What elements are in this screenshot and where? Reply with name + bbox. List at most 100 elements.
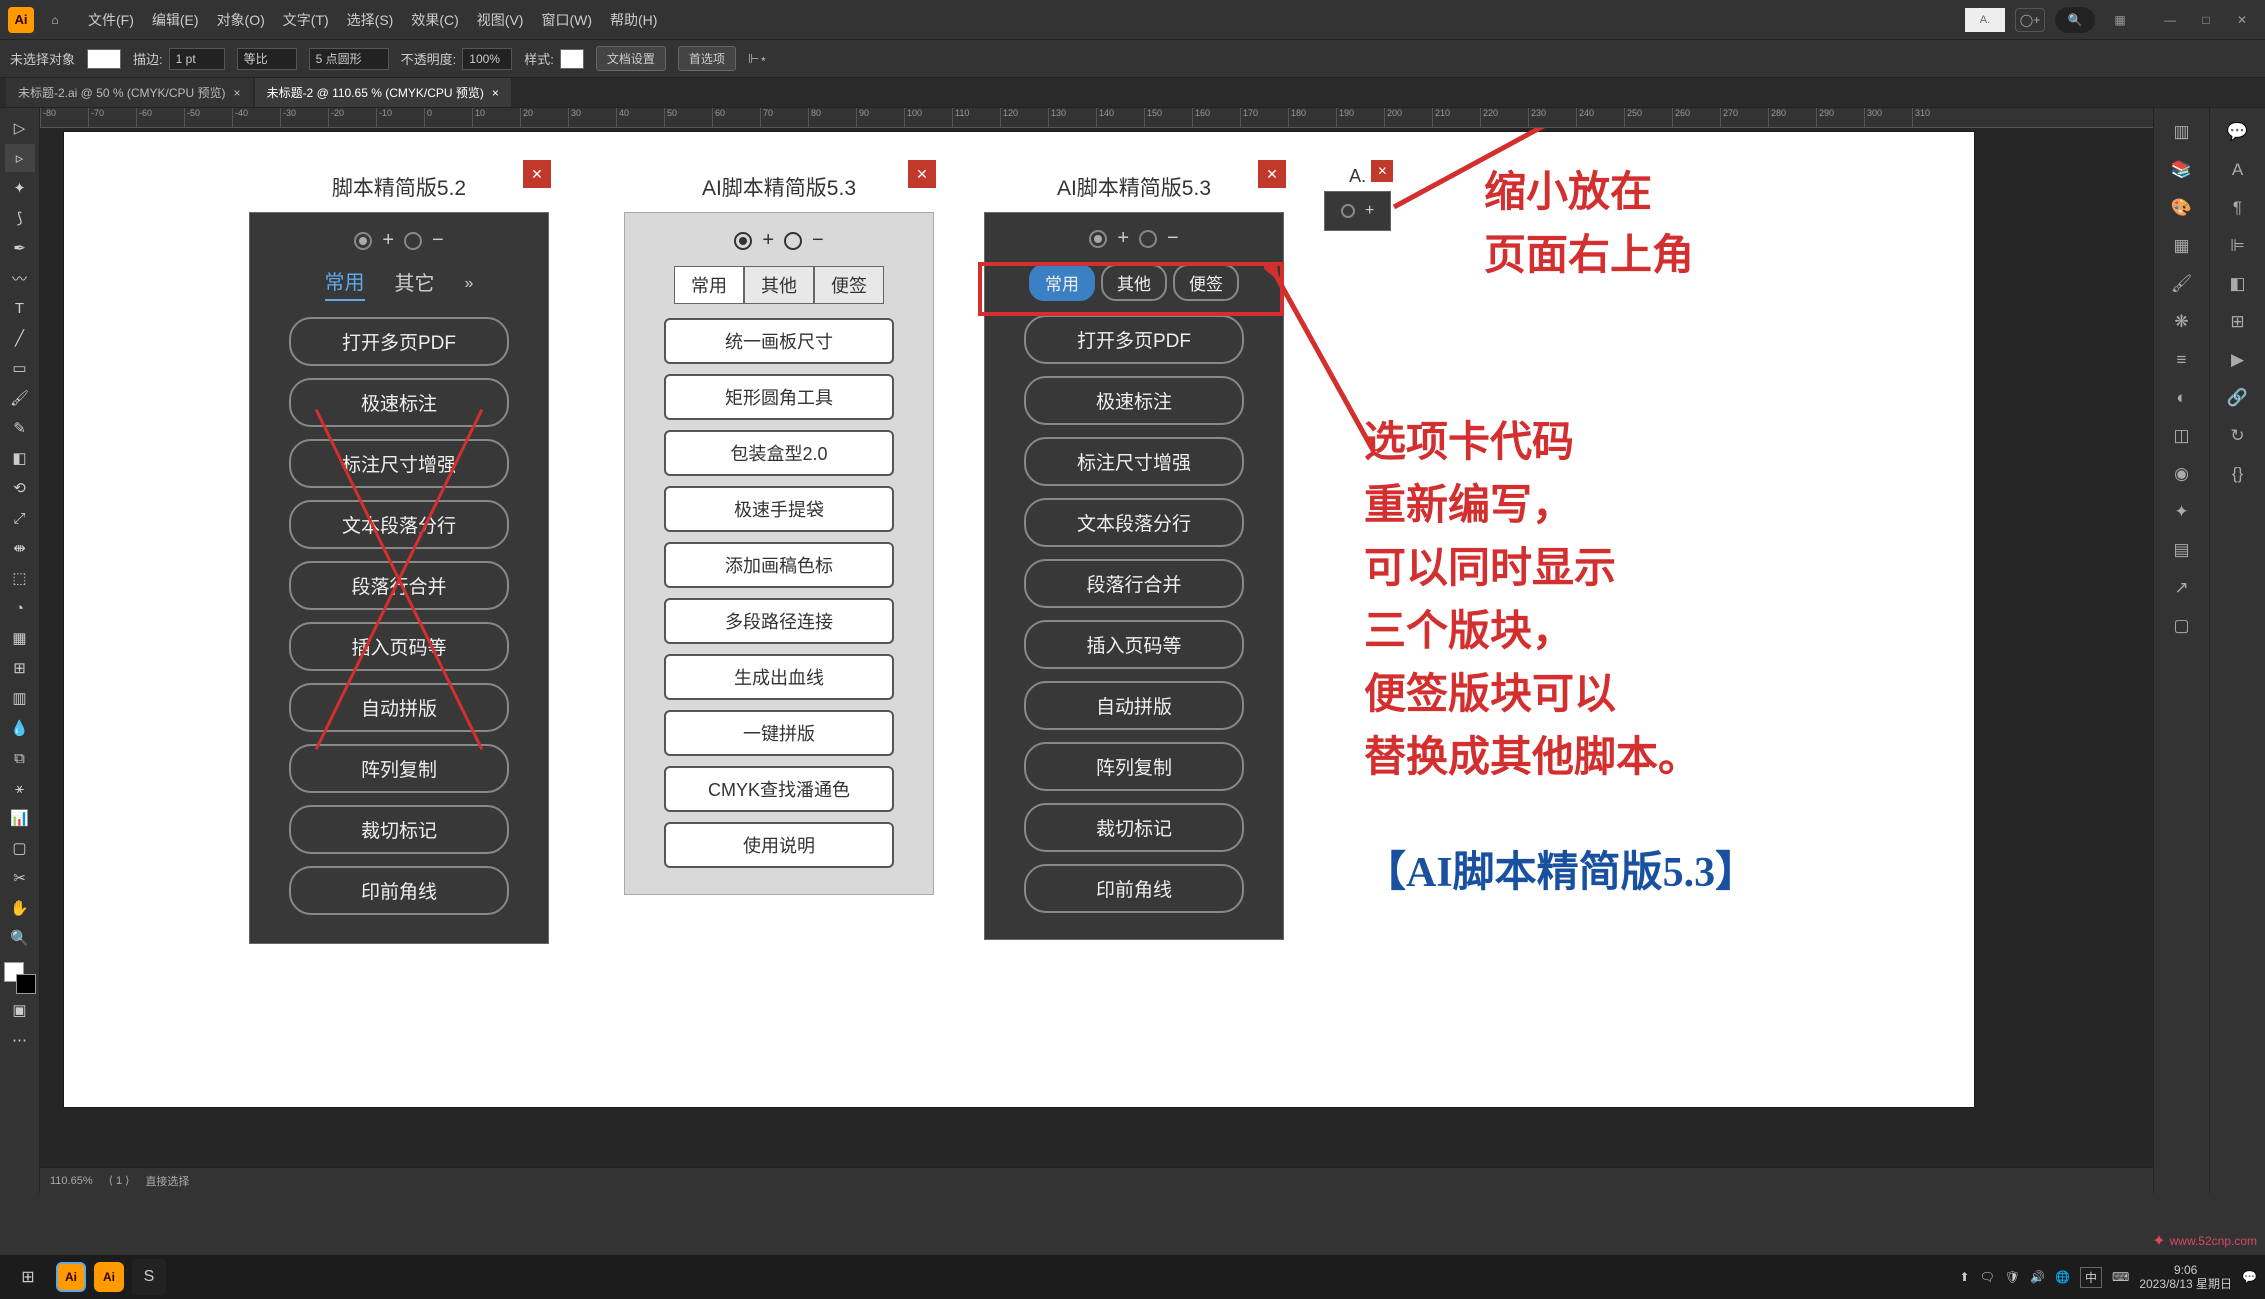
brush-tool-icon[interactable]: 🖌 (5, 384, 35, 412)
close-icon[interactable]: ✕ (523, 160, 551, 188)
properties-icon[interactable]: ▥ (2164, 116, 2200, 148)
cloud-icon[interactable]: ◯+ (2015, 8, 2045, 32)
taskbar-ai-icon[interactable]: Ai (56, 1262, 86, 1292)
script-button[interactable]: 极速手提袋 (664, 486, 894, 532)
tab-other[interactable]: 其他 (744, 266, 814, 304)
lasso-tool-icon[interactable]: ⟆ (5, 204, 35, 232)
search-icon[interactable]: 🔍 (2055, 7, 2095, 33)
symbols-icon[interactable]: ❋ (2164, 306, 2200, 338)
script-button[interactable]: 矩形圆角工具 (664, 374, 894, 420)
blend-tool-icon[interactable]: ⧉ (5, 744, 35, 772)
slice-tool-icon[interactable]: ✂ (5, 864, 35, 892)
doc-tab-2[interactable]: 未标题-2 @ 110.65 % (CMYK/CPU 预览)× (255, 78, 511, 107)
script-button[interactable]: 添加画稿色标 (664, 542, 894, 588)
script-button[interactable]: 印前角线 (289, 866, 509, 915)
gradient-tool-icon[interactable]: ▥ (5, 684, 35, 712)
paragraph-icon[interactable]: ¶ (2220, 192, 2256, 224)
notification-icon[interactable]: 💬 (2242, 1270, 2257, 1284)
pathfinder-icon[interactable]: ◧ (2220, 268, 2256, 300)
tab-common[interactable]: 常用 (325, 266, 365, 301)
artboards-icon[interactable]: ▢ (2164, 610, 2200, 642)
nav-icon[interactable]: ⟨ 1 ⟩ (109, 1174, 130, 1187)
magic-wand-tool-icon[interactable]: ✦ (5, 174, 35, 202)
home-icon[interactable]: ⌂ (44, 9, 66, 31)
css-icon[interactable]: {} (2220, 458, 2256, 490)
transform-icon[interactable]: ⊞ (2220, 306, 2256, 338)
doc-tab-1[interactable]: 未标题-2.ai @ 50 % (CMYK/CPU 预览)× (6, 78, 253, 107)
script-button[interactable]: 打开多页PDF (289, 317, 509, 366)
tray-ime-icon-2[interactable]: ⌨ (2112, 1270, 2129, 1284)
line-tool-icon[interactable]: ╱ (5, 324, 35, 352)
minimize-button[interactable]: — (2155, 8, 2185, 32)
radio-off-icon[interactable] (404, 232, 422, 250)
zoom-tool-icon[interactable]: 🔍 (5, 924, 35, 952)
script-button[interactable]: 生成出血线 (664, 654, 894, 700)
style-swatch[interactable] (560, 49, 584, 69)
script-button[interactable]: 裁切标记 (289, 805, 509, 854)
align-icon[interactable]: ⊫ (2220, 230, 2256, 262)
menu-file[interactable]: 文件(F) (88, 10, 134, 30)
curvature-tool-icon[interactable]: 〰 (5, 264, 35, 292)
appearance-icon[interactable]: ◉ (2164, 458, 2200, 490)
stroke-icon[interactable]: ≡ (2164, 344, 2200, 376)
close-icon[interactable]: ✕ (908, 160, 936, 188)
tab-other[interactable]: 其它 (395, 267, 435, 300)
script-button[interactable]: 段落行合并 (289, 561, 509, 610)
shaper-tool-icon[interactable]: ✎ (5, 414, 35, 442)
tab-common[interactable]: 常用 (674, 266, 744, 304)
swatches-icon[interactable]: ▦ (2164, 230, 2200, 262)
tab-notes[interactable]: 便签 (814, 266, 884, 304)
rectangle-tool-icon[interactable]: ▭ (5, 354, 35, 382)
gradient-icon[interactable]: ◐ (2164, 382, 2200, 414)
tab-notes[interactable]: 便签 (1173, 264, 1239, 301)
script-button[interactable]: 一键拼版 (664, 710, 894, 756)
background-swatch[interactable] (16, 974, 36, 994)
close-icon[interactable]: ✕ (1258, 160, 1286, 188)
script-button[interactable]: 段落行合并 (1024, 559, 1244, 608)
mesh-tool-icon[interactable]: ⊞ (5, 654, 35, 682)
stroke-weight-input[interactable] (169, 48, 225, 70)
character-icon[interactable]: A (2220, 154, 2256, 186)
artboard-tool-icon[interactable]: ▢ (5, 834, 35, 862)
script-button[interactable]: 极速标注 (289, 378, 509, 427)
tray-network-icon[interactable]: 🌐 (2055, 1270, 2070, 1284)
tray-icon[interactable]: 🛡 (2005, 1270, 2020, 1284)
close-icon[interactable]: × (234, 86, 241, 100)
rotate-tool-icon[interactable]: ⟲ (5, 474, 35, 502)
tray-icon[interactable]: 🗨 (1980, 1270, 1995, 1284)
taskbar-ai-icon-2[interactable]: Ai (94, 1262, 124, 1292)
document-setup-button[interactable]: 文档设置 (596, 46, 666, 71)
tab-common[interactable]: 常用 (1029, 264, 1095, 301)
color-swatches[interactable] (4, 962, 36, 994)
workspace-switcher-icon[interactable]: ▦ (2105, 8, 2135, 32)
fill-swatch[interactable] (87, 49, 121, 69)
eraser-tool-icon[interactable]: ◧ (5, 444, 35, 472)
selection-tool-icon[interactable]: ▷ (5, 114, 35, 142)
script-button[interactable]: 自动拼版 (289, 683, 509, 732)
history-icon[interactable]: ↻ (2220, 420, 2256, 452)
script-button[interactable]: 标注尺寸增强 (289, 439, 509, 488)
eyedropper-tool-icon[interactable]: 💧 (5, 714, 35, 742)
radio-on-icon[interactable] (1089, 230, 1107, 248)
color-icon[interactable]: 🎨 (2164, 192, 2200, 224)
layers-icon[interactable]: ▤ (2164, 534, 2200, 566)
scale-tool-icon[interactable]: ⤢ (5, 504, 35, 532)
close-button[interactable]: ✕ (2227, 8, 2257, 32)
actions-icon[interactable]: ▶ (2220, 344, 2256, 376)
script-button[interactable]: 自动拼版 (1024, 681, 1244, 730)
menu-text[interactable]: 文字(T) (283, 10, 329, 30)
graphic-styles-icon[interactable]: ✦ (2164, 496, 2200, 528)
radio-on-icon[interactable] (734, 232, 752, 250)
radio-on-icon[interactable] (354, 232, 372, 250)
script-button[interactable]: 标注尺寸增强 (1024, 437, 1244, 486)
script-button[interactable]: 插入页码等 (1024, 620, 1244, 669)
script-button[interactable]: 阵列复制 (289, 744, 509, 793)
libraries-icon[interactable]: 📚 (2164, 154, 2200, 186)
script-button[interactable]: 文本段落分行 (1024, 498, 1244, 547)
chevron-right-icon[interactable]: » (465, 275, 474, 293)
menu-select[interactable]: 选择(S) (347, 10, 394, 30)
start-button[interactable]: ⊞ (8, 1259, 48, 1295)
taskbar-clock[interactable]: 9:06 2023/8/13 星期日 (2139, 1263, 2232, 1292)
menu-object[interactable]: 对象(O) (217, 10, 265, 30)
brush-select[interactable] (309, 48, 389, 70)
